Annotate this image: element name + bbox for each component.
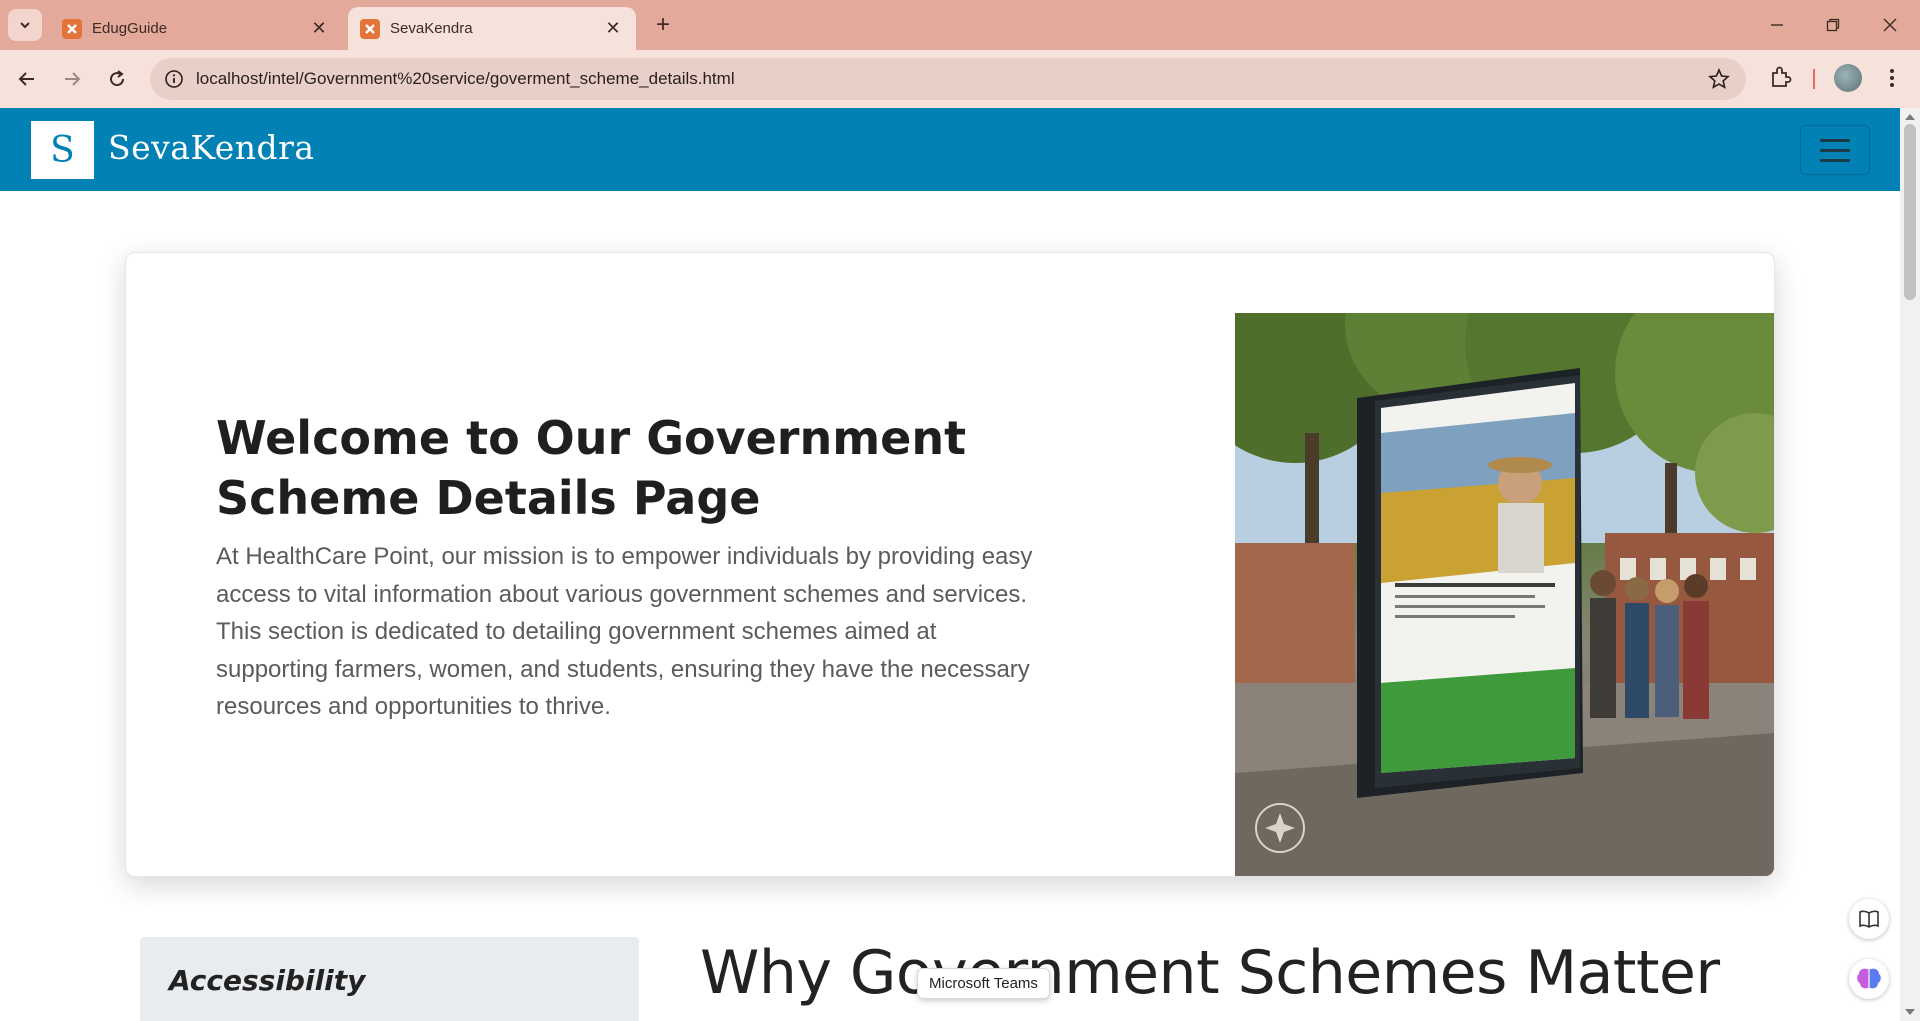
forward-arrow-icon[interactable] bbox=[57, 64, 87, 94]
address-bar[interactable]: localhost/intel/Government%20service/gov… bbox=[150, 58, 1746, 100]
restore-window-icon[interactable] bbox=[1813, 10, 1853, 40]
site-logo[interactable]: S bbox=[31, 121, 94, 179]
tab-title: EdugGuide bbox=[92, 20, 168, 37]
tab-sevakendra[interactable]: SevaKendra ✕ bbox=[348, 7, 636, 50]
hamburger-line bbox=[1820, 148, 1850, 152]
billboard-illustration bbox=[1235, 313, 1774, 876]
accessibility-card: Accessibility bbox=[140, 937, 639, 1021]
url-text[interactable]: localhost/intel/Government%20service/gov… bbox=[196, 69, 735, 89]
chevron-down-icon bbox=[20, 22, 30, 29]
browser-toolbar: localhost/intel/Government%20service/gov… bbox=[0, 50, 1920, 108]
back-arrow-icon[interactable] bbox=[12, 64, 42, 94]
hamburger-line bbox=[1820, 158, 1850, 162]
bookmark-star-icon[interactable] bbox=[1708, 68, 1730, 90]
brain-icon bbox=[1857, 968, 1881, 989]
copilot-button[interactable] bbox=[1849, 959, 1889, 999]
hamburger-line bbox=[1820, 138, 1850, 142]
xampp-favicon-icon bbox=[360, 19, 380, 39]
scroll-thumb[interactable] bbox=[1904, 124, 1916, 300]
browser-tab-strip: EdugGuide ✕ SevaKendra ✕ + bbox=[0, 0, 1920, 50]
hero-card: Welcome to Our Government Scheme Details… bbox=[125, 252, 1775, 877]
reload-icon[interactable] bbox=[102, 64, 132, 94]
new-tab-button[interactable]: + bbox=[650, 11, 676, 38]
extensions-puzzle-icon[interactable] bbox=[1768, 64, 1794, 90]
taskbar-tooltip: Microsoft Teams bbox=[917, 968, 1050, 999]
tab-title: SevaKendra bbox=[390, 20, 473, 37]
hamburger-menu-button[interactable] bbox=[1800, 125, 1870, 175]
book-icon bbox=[1859, 910, 1879, 928]
browser-menu-icon[interactable] bbox=[1882, 64, 1902, 92]
section-heading: Why Government Schemes Matter bbox=[700, 938, 1720, 1008]
toolbar-separator bbox=[1813, 69, 1815, 89]
scroll-up-arrow-icon[interactable] bbox=[1905, 114, 1915, 120]
brand-name[interactable]: SevaKendra bbox=[108, 128, 315, 167]
hero-image bbox=[1235, 313, 1774, 876]
info-icon[interactable] bbox=[164, 69, 184, 89]
close-window-icon[interactable] bbox=[1870, 10, 1910, 40]
logo-letter: S bbox=[50, 129, 75, 171]
xampp-favicon-icon bbox=[62, 19, 82, 39]
site-navbar: S SevaKendra bbox=[0, 108, 1900, 191]
profile-avatar[interactable] bbox=[1834, 64, 1862, 92]
tab-search-button[interactable] bbox=[8, 9, 42, 41]
accessibility-title: Accessibility bbox=[169, 964, 366, 997]
hero-title: Welcome to Our Government Scheme Details… bbox=[216, 411, 967, 525]
minimize-window-icon[interactable] bbox=[1757, 10, 1797, 40]
close-tab-icon[interactable]: ✕ bbox=[602, 17, 624, 39]
close-tab-icon[interactable]: ✕ bbox=[308, 17, 330, 39]
page-scrollbar[interactable] bbox=[1900, 108, 1920, 1021]
tab-edugguide[interactable]: EdugGuide ✕ bbox=[50, 7, 342, 50]
hero-description: At HealthCare Point, our mission is to e… bbox=[216, 543, 1033, 720]
scroll-down-arrow-icon[interactable] bbox=[1905, 1009, 1915, 1015]
reading-mode-button[interactable] bbox=[1849, 899, 1889, 939]
